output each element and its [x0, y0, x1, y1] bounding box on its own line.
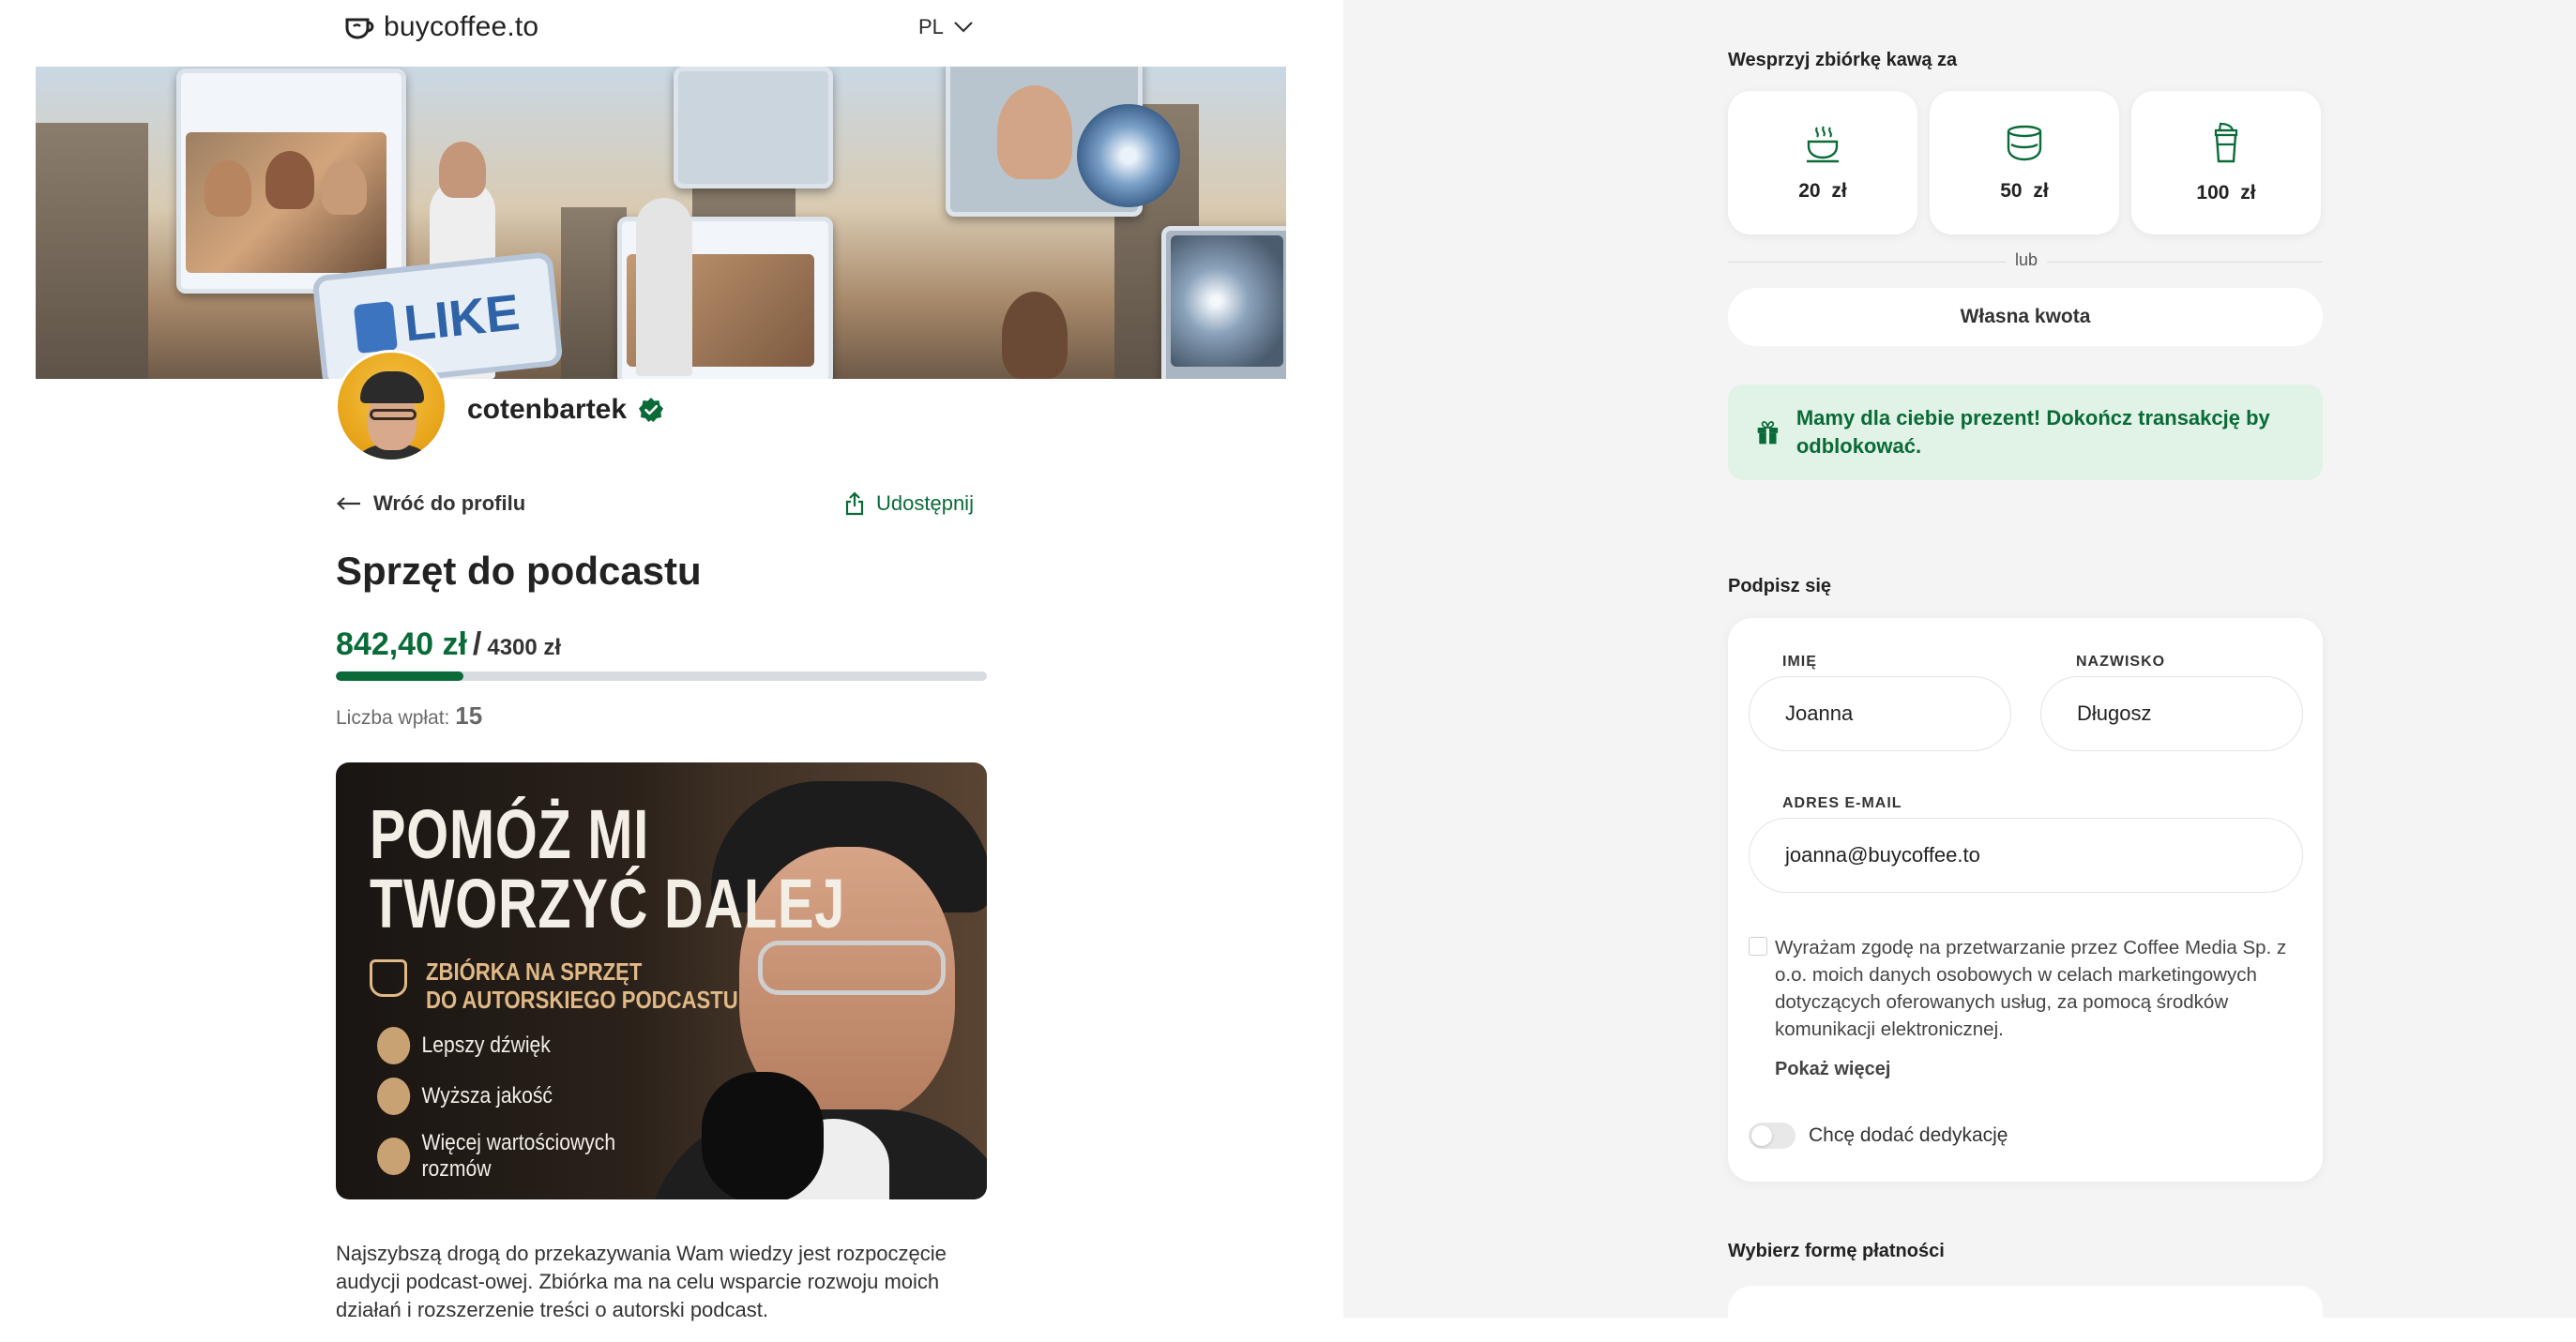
creator-name[interactable]: cotenbartek [467, 394, 627, 426]
fundraiser-title: Sprzęt do podcastu [336, 549, 702, 593]
fundraiser-pane: buycoffee.to PL LIKE cotenbartek Wróć do… [0, 0, 1343, 1321]
dedication-toggle[interactable] [1749, 1123, 1796, 1149]
sign-section-label: Podpisz się [1728, 576, 1832, 596]
payment-section-label: Wybierz formę płatności [1728, 1241, 1945, 1261]
amount-tile-100[interactable]: 100 zł [2131, 91, 2321, 234]
poster-subline: ZBIÓRKA NA SPRZĘT DO AUTORSKIEGO PODCAST… [426, 957, 738, 1014]
amount-tile-50[interactable]: 50 zł [1930, 91, 2119, 234]
gift-icon [1757, 421, 1779, 445]
headphones-icon [377, 1078, 411, 1115]
progress-fill [336, 671, 464, 681]
amount-raised: 842,40 zł [336, 626, 467, 662]
email-input[interactable]: joanna@buycoffee.to [1749, 818, 2303, 893]
coffee-mug-icon [2007, 125, 2042, 160]
amount-tile-label: 50 zł [2000, 179, 2049, 202]
show-more-link[interactable]: Pokaż więcej [1775, 1059, 1890, 1080]
arrow-left-icon [336, 497, 360, 510]
amount-goal: 4300 zł [487, 635, 562, 660]
logo-text: buycoffee.to [384, 11, 539, 42]
creator-avatar[interactable] [335, 350, 447, 462]
amount-tile-label: 100 zł [2196, 181, 2256, 204]
sign-form: IMIĘ Joanna NAZWISKO Długosz ADRES E-MAI… [1728, 618, 2323, 1182]
back-to-profile-link[interactable]: Wróć do profilu [336, 491, 525, 516]
creator-name-row: cotenbartek [467, 394, 664, 426]
first-name-input[interactable]: Joanna [1749, 676, 2011, 751]
share-label: Udostępnij [876, 491, 974, 515]
toggle-knob [1751, 1125, 1772, 1146]
takeaway-cup-icon [2214, 122, 2238, 162]
back-to-profile-label: Wróć do profilu [373, 491, 526, 515]
dedication-label: Chcę dodać dedykację [1809, 1124, 2008, 1146]
or-label: lub [2006, 250, 2047, 270]
custom-amount-button[interactable]: Własna kwota [1728, 288, 2323, 346]
amount-tile-20[interactable]: 20 zł [1728, 91, 1917, 234]
coffee-cup-logo-icon [345, 18, 374, 39]
email-label: ADRES E-MAIL [1782, 795, 1902, 811]
poster-item: Wyższa jakość [377, 1078, 553, 1115]
amount-row: 842,40 zł / 4300 zł [336, 626, 561, 663]
first-name-label: IMIĘ [1782, 654, 1817, 670]
contributions-count: 15 [455, 701, 483, 730]
last-name-input[interactable]: Długosz [2040, 676, 2303, 751]
poster-item: Lepszy dźwięk [377, 1027, 551, 1064]
share-icon [845, 491, 864, 516]
fundraiser-description: Najszybszą drogą do przekazywania Wam wi… [336, 1242, 947, 1321]
last-name-label: NAZWISKO [2076, 654, 2166, 670]
marketing-consent-checkbox[interactable] [1749, 937, 1767, 956]
chevron-down-icon [954, 22, 973, 33]
amount-tile-label: 20 zł [1798, 179, 1847, 202]
gift-banner: Mamy dla ciebie prezent! Dokończ transak… [1728, 385, 2323, 480]
share-link[interactable]: Udostępnij [844, 491, 974, 516]
steaming-cup-icon [1807, 125, 1839, 162]
contributions-label: Liczba wpłat: [336, 707, 450, 729]
contributions-row: Liczba wpłat: 15 [336, 701, 482, 731]
fundraiser-poster: POMÓŻ MI TWORZYĆ DALEJ ZBIÓRKA NA SPRZĘT… [336, 762, 987, 1199]
microphone-graphic [702, 1072, 824, 1199]
language-label: PL [918, 15, 944, 38]
marketing-consent-text: Wyrażam zgodę na przetwarzanie przez Cof… [1775, 937, 2287, 1040]
progress-bar [336, 671, 987, 681]
support-section-label: Wesprzyj zbiórkę kawą za [1728, 50, 1958, 70]
poster-item: Więcej wartościowych rozmów [377, 1130, 615, 1183]
verified-badge-icon [639, 398, 664, 422]
logo[interactable]: buycoffee.to [344, 11, 538, 43]
amount-separator: / [472, 626, 482, 662]
gift-message: Mamy dla ciebie prezent! Dokończ transak… [1796, 406, 2270, 458]
poster-headline-1: POMÓŻ MI [370, 795, 650, 873]
poster-headline-2: TWORZYĆ DALEJ [370, 865, 846, 942]
laptop-icon [377, 1138, 411, 1175]
microphone-icon [377, 1027, 411, 1064]
language-selector[interactable]: PL [918, 15, 974, 39]
payment-methods-card [1728, 1286, 2323, 1342]
poster-mug-icon [370, 959, 407, 997]
cover-banner: LIKE [36, 67, 1286, 379]
